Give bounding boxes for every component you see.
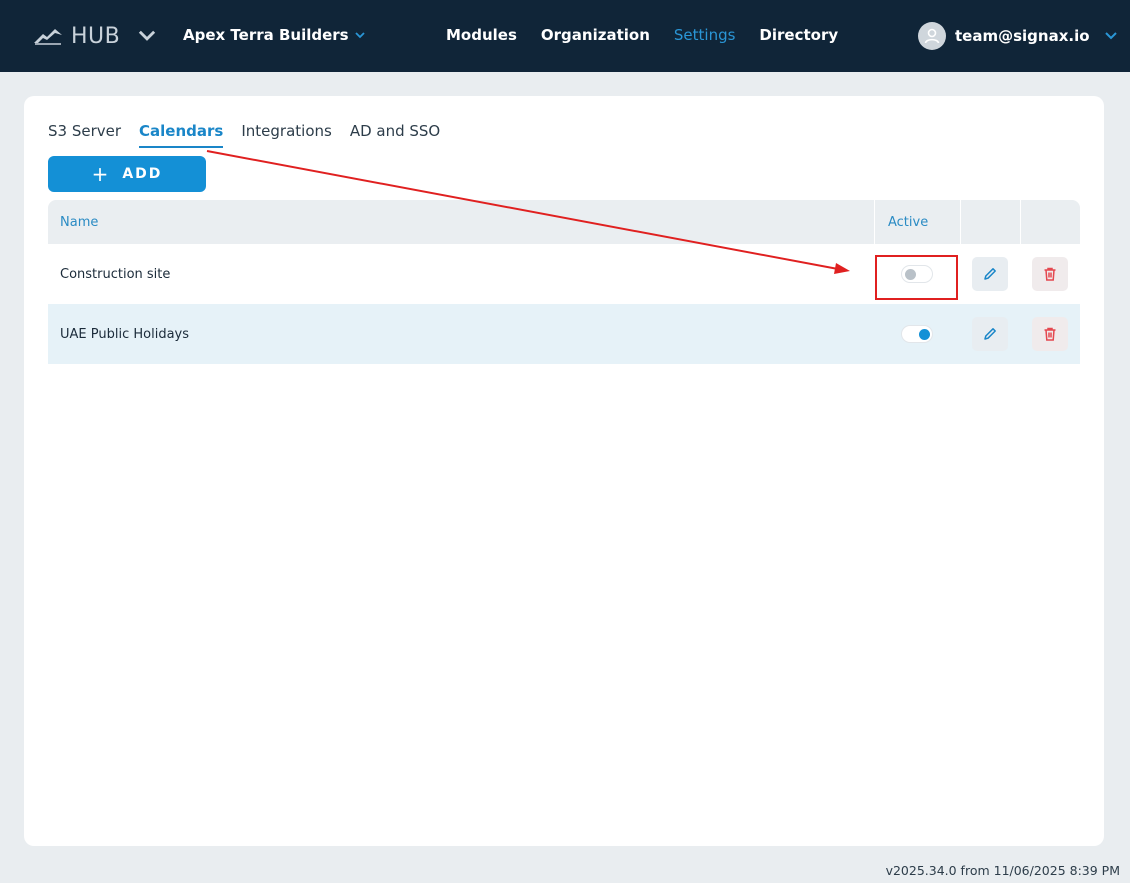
tab-ad-and-sso[interactable]: AD and SSO: [350, 122, 440, 148]
chevron-down-icon: [354, 32, 365, 39]
edit-cell: [960, 304, 1020, 364]
add-calendar-button[interactable]: + ADD: [48, 156, 206, 192]
tab-calendars[interactable]: Calendars: [139, 122, 224, 148]
active-cell: [874, 304, 960, 364]
tab-integrations[interactable]: Integrations: [241, 122, 331, 148]
calendar-name: Construction site: [60, 266, 171, 282]
avatar: [918, 22, 946, 50]
add-button-label: ADD: [122, 166, 163, 182]
edit-button[interactable]: [972, 317, 1008, 351]
hub-label: HUB: [71, 23, 121, 49]
nav-modules[interactable]: Modules: [446, 26, 517, 44]
tab-s3-server[interactable]: S3 Server: [48, 122, 121, 148]
delete-button[interactable]: [1032, 257, 1068, 291]
trash-icon: [1044, 267, 1056, 281]
settings-tabs: S3 Server Calendars Integrations AD and …: [48, 122, 440, 148]
top-bar: HUB Apex Terra Builders Modules Organiza…: [0, 0, 1130, 72]
edit-cell: [960, 244, 1020, 304]
table-row: UAE Public Holidays: [48, 304, 1080, 364]
edit-button[interactable]: [972, 257, 1008, 291]
delete-button[interactable]: [1032, 317, 1068, 351]
trash-icon: [1044, 327, 1056, 341]
nav-organization[interactable]: Organization: [541, 26, 650, 44]
column-header-edit: [960, 200, 1020, 244]
pencil-icon: [984, 268, 996, 280]
user-email: team@signax.io: [955, 27, 1090, 45]
calendar-name: UAE Public Holidays: [60, 326, 189, 342]
toggle-knob: [919, 329, 930, 340]
nav-directory[interactable]: Directory: [759, 26, 838, 44]
table-header: Name Active: [48, 200, 1080, 244]
pencil-icon: [984, 328, 996, 340]
chevron-down-icon: [1104, 32, 1117, 40]
column-header-active: Active: [874, 200, 960, 244]
plus-icon: +: [91, 162, 109, 186]
settings-card: S3 Server Calendars Integrations AD and …: [24, 96, 1104, 846]
chevron-down-icon: [139, 30, 156, 41]
logo-icon: [34, 29, 62, 45]
user-menu[interactable]: team@signax.io: [918, 22, 1118, 50]
delete-cell: [1020, 304, 1080, 364]
delete-cell: [1020, 244, 1080, 304]
version-label: v2025.34.0 from 11/06/2025 8:39 PM: [885, 863, 1120, 878]
annotation-highlight-box: [875, 255, 958, 300]
hub-switcher[interactable]: HUB: [33, 22, 162, 50]
organization-name: Apex Terra Builders: [183, 26, 349, 44]
user-avatar-icon: [924, 28, 940, 44]
main-nav: Modules Organization Settings Directory: [446, 26, 838, 44]
nav-settings[interactable]: Settings: [674, 26, 736, 44]
column-header-name: Name: [60, 214, 99, 230]
organization-selector[interactable]: Apex Terra Builders: [183, 26, 366, 44]
active-toggle[interactable]: [901, 325, 933, 343]
column-header-delete: [1020, 200, 1080, 244]
